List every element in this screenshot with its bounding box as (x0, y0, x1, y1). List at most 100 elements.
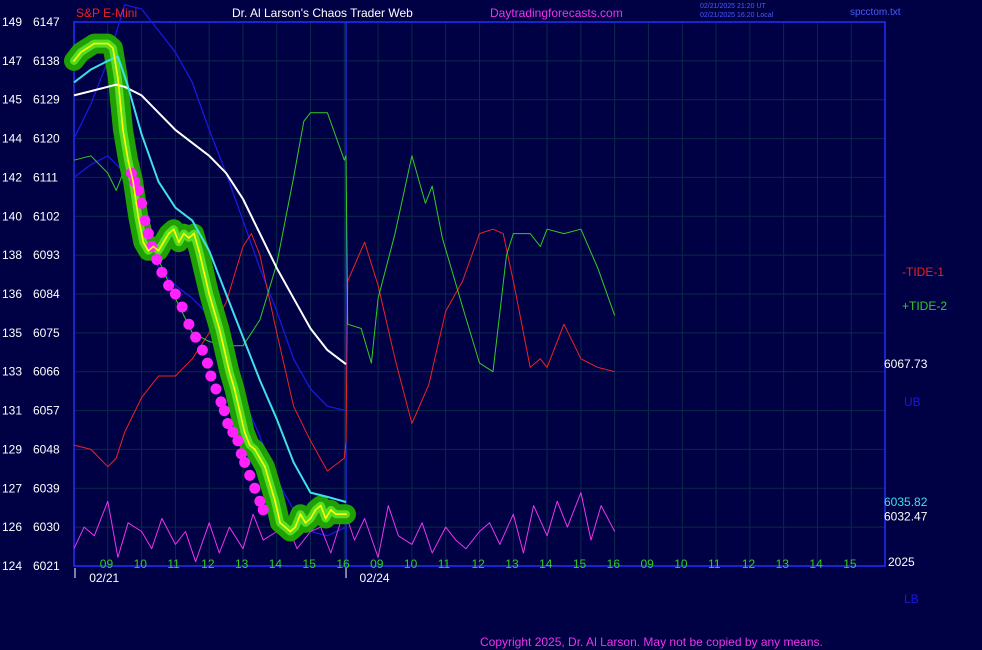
y-tick-right: 6120 (33, 132, 60, 146)
price-point (274, 500, 276, 503)
price-point (172, 228, 175, 231)
y-tick-right: 6021 (33, 559, 60, 573)
right-value-label: 6032.47 (884, 509, 928, 523)
legend-entry: UB (904, 395, 921, 409)
forecast-dot (218, 405, 230, 417)
price-point (100, 42, 102, 45)
price-point (137, 215, 140, 218)
y-tick-left: 131 (2, 404, 22, 418)
forecast-dot (183, 318, 195, 330)
legend-entry: +TIDE-2 (902, 299, 947, 313)
x-tick-label: 16 (336, 557, 350, 571)
y-tick-left: 145 (2, 93, 22, 107)
price-point (269, 483, 271, 485)
y-tick-left: 126 (2, 520, 22, 534)
right-value-label: 6067.73 (884, 357, 928, 371)
price-point (334, 513, 337, 516)
x-tick-label: 14 (809, 557, 823, 571)
price-point (314, 508, 317, 511)
forecast-dot (190, 331, 202, 343)
x-tick-label: 10 (404, 557, 418, 571)
chart-background (0, 0, 982, 650)
y-tick-right: 6066 (33, 365, 60, 379)
price-point (142, 241, 145, 244)
y-tick-left: 124 (2, 559, 22, 573)
x-tick-label: 16 (607, 557, 621, 571)
x-tick-label: 10 (134, 557, 148, 571)
x-tick-label: 11 (708, 557, 721, 571)
x-tick-label: 12 (201, 557, 215, 571)
y-tick-right: 6102 (33, 209, 60, 223)
price-point (324, 517, 327, 520)
forecast-dot (176, 301, 188, 313)
price-point (294, 526, 297, 529)
year-label: 2025 (888, 555, 915, 569)
x-tick-label: 09 (640, 557, 654, 571)
site-link[interactable]: Daytradingforecasts.com (490, 6, 623, 20)
y-tick-right: 6039 (33, 481, 60, 495)
price-point (258, 457, 261, 459)
y-tick-right: 6075 (33, 326, 60, 340)
forecast-dot (249, 482, 261, 494)
price-point (208, 293, 211, 295)
legend-entry: -TIDE-1 (902, 265, 944, 279)
price-point (238, 409, 241, 412)
x-tick-label: 13 (505, 557, 519, 571)
timestamp-local: 02/21/2025 16:20 Local (700, 12, 774, 19)
page-title: Dr. Al Larson's Chaos Trader Web (232, 6, 413, 20)
right-value-label: 6035.82 (884, 495, 928, 509)
price-point (264, 465, 266, 468)
y-tick-right: 6111 (33, 170, 58, 184)
price-point (248, 444, 251, 447)
price-point (218, 327, 221, 330)
price-point (147, 249, 150, 252)
timestamp-ut: 02/21/2025 21:20 UT (700, 3, 766, 10)
price-point (243, 431, 246, 434)
price-point (132, 180, 135, 183)
y-tick-right: 6048 (33, 442, 60, 456)
x-tick-label: 14 (539, 557, 553, 571)
forecast-dot (257, 504, 269, 516)
price-point (304, 521, 307, 524)
price-point (203, 271, 205, 274)
forecast-dot (232, 435, 244, 447)
price-point (122, 129, 124, 131)
price-point (193, 232, 195, 235)
price-point (253, 448, 256, 451)
y-tick-right: 6084 (33, 287, 60, 301)
y-tick-right: 6129 (33, 93, 60, 107)
price-point (177, 241, 180, 244)
x-tick-label: 15 (303, 557, 317, 571)
price-point (340, 513, 342, 516)
price-point (157, 249, 160, 252)
y-tick-right: 6057 (33, 404, 60, 418)
price-point (86, 47, 89, 49)
price-point (117, 77, 119, 80)
forecast-dot (205, 370, 217, 382)
copyright-notice: Copyright 2025, Dr. Al Larson. May not b… (480, 635, 823, 649)
forecast-dot (196, 344, 208, 356)
forecast-dot (244, 469, 256, 481)
x-tick-label: 12 (742, 557, 756, 571)
price-point (127, 159, 129, 162)
y-tick-left: 144 (2, 132, 22, 146)
price-point (73, 59, 75, 62)
x-date-label: 02/21 (89, 571, 119, 585)
price-point (111, 47, 114, 49)
forecast-dot (163, 279, 175, 291)
forecast-dot (156, 266, 168, 278)
x-tick-label: 09 (100, 557, 114, 571)
x-tick-label: 09 (370, 557, 384, 571)
price-point (187, 236, 190, 239)
y-tick-left: 147 (2, 54, 22, 68)
price-point (162, 241, 165, 244)
price-point (309, 517, 312, 520)
price-point (182, 232, 185, 235)
forecast-dot (169, 288, 181, 300)
x-tick-label: 13 (235, 557, 249, 571)
price-point (106, 42, 109, 45)
price-point (223, 349, 226, 352)
y-tick-right: 6147 (33, 15, 60, 29)
forecast-dot (239, 456, 251, 468)
x-tick-label: 14 (269, 557, 283, 571)
